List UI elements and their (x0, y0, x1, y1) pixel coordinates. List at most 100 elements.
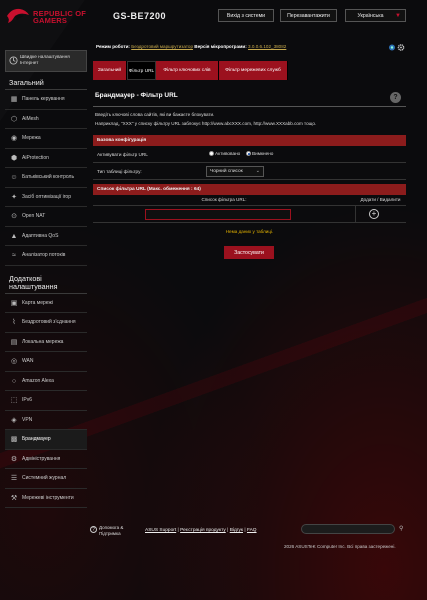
sidebar-item-admin[interactable]: ⚙ Адміністрування (5, 450, 87, 469)
copyright: 2026 ASUSTeK Computer Inc. Всі права зас… (284, 544, 396, 549)
faq-link[interactable]: FAQ (247, 528, 257, 533)
lan-icon: ▤ (10, 338, 18, 346)
sidebar-item-label: VPN (22, 416, 33, 423)
sidebar-item-network[interactable]: ◉ Мережа (5, 129, 87, 149)
separator: | (177, 528, 179, 533)
qos-icon: ▲ (10, 232, 18, 240)
column-url-list: Список фільтра URL: (201, 197, 247, 202)
sidebar-item-tools[interactable]: ⚒ Мережеві інструменти (5, 489, 87, 508)
no-data-message: Нема даних у таблиці. (225, 229, 274, 234)
sidebar-item-ipv6[interactable]: ⬚ IPv6 (5, 391, 87, 411)
parental-icon: ☺ (10, 174, 18, 181)
filter-table-type-label: Тип таблиці фільтру: (97, 169, 142, 174)
sidebar-item-dashboard[interactable]: ▦ Панель керування (5, 90, 87, 110)
help-support-link[interactable]: Допомога & Підтримка (99, 525, 123, 537)
search-icon[interactable]: ⚲ (399, 525, 403, 532)
apply-button[interactable]: Застосувати (224, 246, 274, 259)
mode-link[interactable]: Бездротовий маршрутизатор (131, 44, 193, 49)
sidebar-item-qos[interactable]: ▲ Адаптивна QoS (5, 227, 87, 246)
sidebar-item-shield[interactable]: ⬢ AiProtection (5, 149, 87, 168)
firmware-link[interactable]: 3.0.0.6.102_38082 (248, 44, 286, 49)
quick-setup-icon (9, 56, 18, 65)
sidebar-item-gamepad[interactable]: ✦ Засіб оптимізації ігор (5, 188, 87, 207)
radio-enabled-label: Активовано (215, 151, 241, 156)
quick-setup-button[interactable]: Швидке налаштування Інтернет (5, 50, 87, 72)
status-icons (388, 44, 405, 53)
url-list-header: Список фільтра URL (Макс. обмеження : 64… (93, 184, 406, 195)
description-line2: Наприклад, "XXX" у списку фільтру URL за… (95, 121, 317, 126)
sidebar-item-label: Адміністрування (22, 455, 61, 462)
footer-search-input[interactable] (301, 524, 395, 534)
dashboard-icon: ▦ (10, 96, 18, 103)
sidebar-item-label: Засіб оптимізації ігор (22, 193, 71, 200)
radio-disabled[interactable] (246, 151, 251, 156)
sidebar-item-label: Бездротовий з'єднання (22, 319, 76, 325)
logout-button[interactable]: Вихід з системи (218, 9, 274, 22)
log-icon: ☰ (10, 475, 18, 482)
separator: | (244, 528, 246, 533)
gear-icon[interactable] (397, 44, 405, 51)
basic-config-header: Базова конфігурація (93, 135, 406, 146)
general-section-title: Загальний (5, 76, 87, 90)
chevron-down-icon: ⌄ (255, 168, 260, 174)
vpn-icon: ◈ (11, 416, 17, 424)
sidebar-item-label: Адаптивна QoS (22, 232, 59, 239)
network-icon: ◉ (10, 135, 18, 142)
shield-icon: ⬢ (10, 154, 18, 162)
sidebar-item-log[interactable]: ☰ Системний журнал (5, 469, 87, 489)
sidebar-item-globe[interactable]: ◎ WAN (5, 352, 87, 372)
mode-label: Режим роботи: (96, 44, 130, 49)
feedback-link[interactable]: Відгук (230, 528, 243, 533)
add-url-button[interactable]: + (369, 209, 379, 219)
filter-table-type-select[interactable]: Чорний список ⌄ (206, 166, 264, 177)
sidebar-item-vpn[interactable]: ◈ VPN (5, 411, 87, 430)
chevron-down-icon: ▼ (395, 13, 401, 19)
sidebar-item-open-nat[interactable]: ⊙ Open NAT (5, 207, 87, 227)
help-support-icon[interactable]: ? (90, 526, 97, 533)
gamepad-icon: ✦ (11, 193, 17, 201)
reboot-button[interactable]: Перезавантажити (280, 9, 337, 22)
globe-status-icon[interactable] (388, 44, 396, 51)
separator: | (227, 528, 229, 533)
description-line1: Введіть ключові слова сайтів, які ви баж… (95, 112, 215, 117)
sidebar-item-alexa[interactable]: ○ Amazon Alexa (5, 372, 87, 391)
radio-disabled-label: Вимкнено (252, 151, 274, 156)
sidebar-item-label: Панель керування (22, 96, 65, 102)
sidebar-item-parental[interactable]: ☺ Батьківський контроль (5, 168, 87, 188)
sidebar-item-label: Карта мережі (22, 299, 53, 306)
tab-url-filter[interactable]: Фільтр URL (127, 61, 156, 80)
advanced-section-title: Додаткові налаштування (5, 272, 87, 294)
radio-enabled[interactable] (209, 151, 214, 156)
sidebar-item-label: AiMesh (22, 115, 39, 122)
status-line: Режим роботи: Бездротовий маршрутизатор … (96, 44, 286, 49)
firmware-label: Версія мікропрограми: (194, 44, 247, 49)
sidebar-item-lan[interactable]: ▤ Локальна мережа (5, 333, 87, 352)
sidebar-item-label: Open NAT (22, 213, 46, 219)
tab-service-filter[interactable]: Фільтр мережевих служб (219, 61, 288, 80)
rog-logo-icon (7, 8, 29, 23)
sidebar-item-label: Батьківський контроль (22, 174, 75, 180)
sidebar-item-label: WAN (22, 358, 34, 364)
product-registration-link[interactable]: Реєстрація продукту (180, 528, 226, 533)
sidebar-item-wireless[interactable]: ⌇ Бездротовий з'єднання (5, 313, 87, 333)
tab-general[interactable]: Загальний (93, 61, 127, 80)
url-filter-panel: Брандмауер - Фільтр URL ? Введіть ключов… (93, 85, 406, 265)
page-title: Брандмауер - Фільтр URL (95, 92, 178, 99)
sidebar-item-label: Мережеві інструменти (22, 494, 74, 501)
help-icon[interactable]: ? (390, 92, 401, 103)
sidebar-item-traffic[interactable]: ≈ Аналізатор потоків (5, 246, 87, 266)
sidebar-item-mesh[interactable]: ⬡ AiMesh (5, 110, 87, 129)
sidebar-item-map[interactable]: ▣ Карта мережі (5, 294, 87, 313)
tab-keyword-filter[interactable]: Фільтр ключових слів (156, 61, 219, 80)
url-input-row: + (93, 206, 406, 223)
enable-url-filter-row: Активувати фільтр URL Активовано Вимкнен… (93, 146, 406, 163)
firewall-icon: ▩ (10, 436, 18, 443)
language-select[interactable]: Українська ▼ (345, 9, 406, 22)
sidebar-item-firewall[interactable]: ▩ Брандмауер (5, 430, 87, 450)
url-input[interactable] (145, 209, 291, 220)
asus-support-link[interactable]: ASUS Support (145, 528, 176, 533)
sidebar-item-label: AiProtection (22, 154, 49, 161)
model-name: GS-BE7200 (113, 11, 167, 21)
footer-links: ASUS Support | Реєстрація продукту | Від… (145, 528, 257, 533)
sidebar-item-label: Локальна мережа (22, 338, 64, 345)
